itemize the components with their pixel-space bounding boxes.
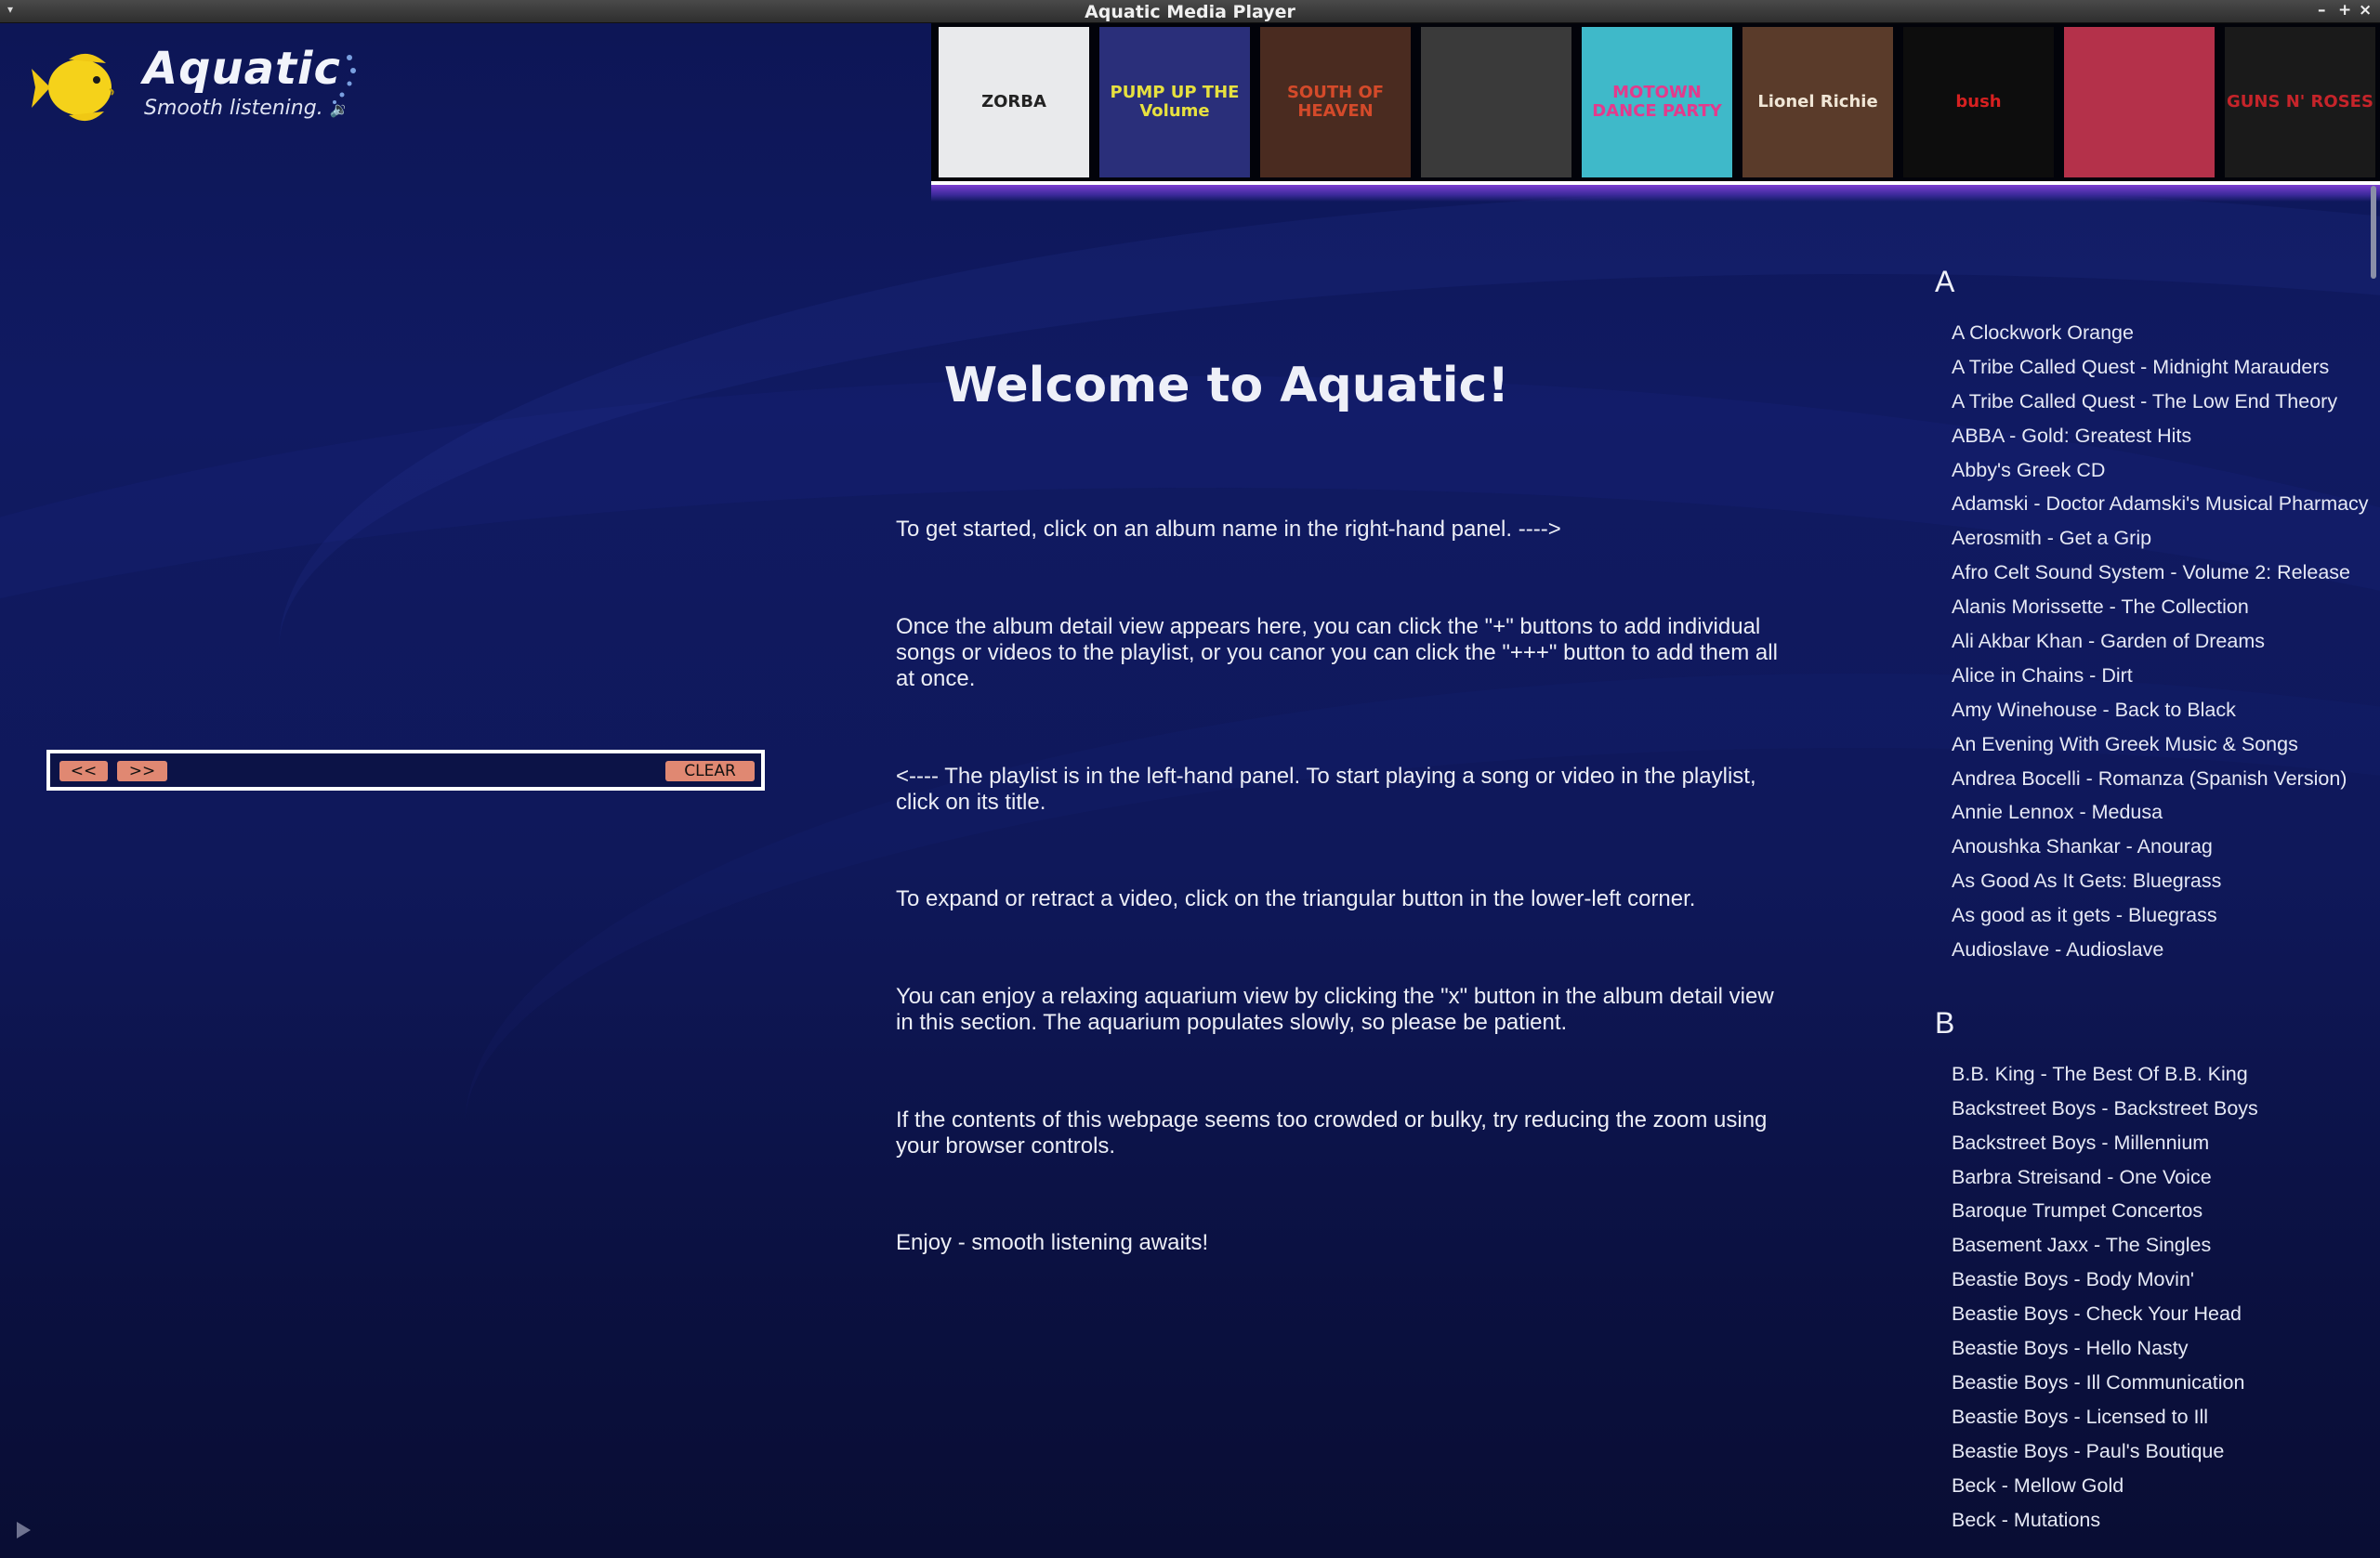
- maximize-icon[interactable]: +: [2338, 1, 2351, 20]
- previous-button[interactable]: <<: [59, 761, 108, 781]
- strip-divider: [931, 185, 2380, 202]
- album-cover-title: Lionel Richie: [1757, 92, 1878, 112]
- album-list-item[interactable]: Backstreet Boys - Backstreet Boys: [1952, 1092, 2380, 1126]
- album-list-item[interactable]: A Tribe Called Quest - The Low End Theor…: [1952, 385, 2380, 419]
- album-list-item[interactable]: Amy Winehouse - Back to Black: [1952, 693, 2380, 727]
- album-cover-strip: ZORBA PUMP UP THE Volume SOUTH OF HEAVEN MO…: [931, 23, 2380, 185]
- album-list-item[interactable]: Beastie Boys - Paul's Boutique: [1952, 1434, 2380, 1469]
- album-list-item[interactable]: ABBA - Gold: Greatest Hits: [1952, 419, 2380, 453]
- expand-video-icon[interactable]: [17, 1522, 31, 1538]
- album-cover[interactable]: MOTOWN DANCE PARTY: [1582, 27, 1732, 177]
- album-list-item[interactable]: As good as it gets - Bluegrass: [1952, 898, 2380, 933]
- album-list-item[interactable]: Anoushka Shankar - Anourag: [1952, 830, 2380, 864]
- instruction-paragraph: If the contents of this webpage seems to…: [896, 1107, 1768, 1159]
- album-list-item[interactable]: Beastie Boys - Hello Nasty: [1952, 1331, 2380, 1366]
- album-list-item[interactable]: Alice in Chains - Dirt: [1952, 659, 2380, 693]
- album-list-item[interactable]: Beck - Mutations: [1952, 1503, 2380, 1538]
- album-cover-title: PUMP UP THE Volume: [1110, 83, 1240, 121]
- letter-heading-b: B: [1935, 1005, 1955, 1040]
- instruction-paragraph: To expand or retract a video, click on t…: [896, 886, 1696, 911]
- album-list-item[interactable]: Backstreet Boys - Millennium: [1952, 1126, 2380, 1160]
- album-cover[interactable]: PUMP UP THE Volume: [1099, 27, 1250, 177]
- album-list-item[interactable]: As Good As It Gets: Bluegrass: [1952, 864, 2380, 898]
- window-titlebar: ▾ Aquatic Media Player – + ×: [0, 0, 2380, 23]
- album-list-item[interactable]: Beck - Mellow Gold: [1952, 1469, 2380, 1503]
- sound-icon: 🔉: [329, 100, 348, 118]
- album-cover-title: GUNS N' ROSES: [2227, 92, 2373, 112]
- album-cover[interactable]: [1421, 27, 1571, 177]
- album-cover[interactable]: GUNS N' ROSES: [2225, 27, 2375, 177]
- scrollbar-thumb[interactable]: [2371, 186, 2376, 279]
- album-cover[interactable]: ZORBA: [939, 27, 1089, 177]
- minimize-icon[interactable]: –: [2318, 1, 2326, 20]
- album-cover[interactable]: [2064, 27, 2215, 177]
- album-cover-title: ZORBA: [981, 92, 1046, 112]
- album-list-item[interactable]: Andrea Bocelli - Romanza (Spanish Versio…: [1952, 762, 2380, 796]
- instruction-paragraph: <---- The playlist is in the left-hand p…: [896, 764, 1756, 815]
- welcome-title: Welcome to Aquatic!: [943, 358, 1510, 413]
- album-cover-title: MOTOWN DANCE PARTY: [1592, 83, 1722, 121]
- next-button[interactable]: >>: [117, 761, 167, 781]
- app-logo: Aquatic Smooth listening. 🔉: [32, 41, 385, 134]
- close-icon[interactable]: ×: [2359, 1, 2372, 20]
- instruction-paragraph: To get started, click on an album name i…: [896, 517, 1561, 542]
- album-list-item[interactable]: Abby's Greek CD: [1952, 453, 2380, 488]
- album-cover-title: bush: [1955, 92, 2002, 112]
- album-list-item[interactable]: An Evening With Greek Music & Songs: [1952, 727, 2380, 762]
- app-name: Aquatic: [143, 43, 341, 95]
- album-list-item[interactable]: Audioslave - Audioslave: [1952, 933, 2380, 967]
- album-cover-title: SOUTH OF HEAVEN: [1286, 83, 1385, 121]
- playlist-panel: << >> CLEAR: [46, 750, 765, 791]
- window-title: Aquatic Media Player: [1085, 2, 1295, 22]
- album-cover[interactable]: SOUTH OF HEAVEN: [1260, 27, 1411, 177]
- album-cover[interactable]: bush: [1903, 27, 2054, 177]
- album-list-item[interactable]: Beastie Boys - Body Movin': [1952, 1263, 2380, 1297]
- album-list-item[interactable]: Beastie Boys - Check Your Head: [1952, 1297, 2380, 1331]
- album-list-item[interactable]: Ali Akbar Khan - Garden of Dreams: [1952, 624, 2380, 659]
- album-list-item[interactable]: Basement Jaxx - The Singles: [1952, 1228, 2380, 1263]
- album-list-item[interactable]: Baroque Trumpet Concertos: [1952, 1194, 2380, 1228]
- instruction-paragraph: Once the album detail view appears here,…: [896, 614, 1778, 691]
- instruction-paragraph: Enjoy - smooth listening awaits!: [896, 1230, 1209, 1255]
- fish-icon: [32, 53, 114, 122]
- app-tagline: Smooth listening. 🔉: [144, 97, 348, 120]
- album-list-item[interactable]: Beastie Boys - Ill Communication: [1952, 1366, 2380, 1400]
- album-list-item[interactable]: A Clockwork Orange: [1952, 316, 2380, 350]
- album-list-item[interactable]: Alanis Morissette - The Collection: [1952, 590, 2380, 624]
- album-list-item[interactable]: Afro Celt Sound System - Volume 2: Relea…: [1952, 556, 2380, 590]
- album-list-item[interactable]: Adamski - Doctor Adamski's Musical Pharm…: [1952, 487, 2380, 521]
- album-cover[interactable]: Lionel Richie: [1742, 27, 1893, 177]
- album-list-panel: A A Clockwork Orange A Tribe Called Quest…: [1935, 265, 2380, 1537]
- album-list-item[interactable]: A Tribe Called Quest - Midnight Marauder…: [1952, 350, 2380, 385]
- letter-heading-a: A: [1935, 265, 1955, 298]
- clear-playlist-button[interactable]: CLEAR: [665, 761, 755, 781]
- album-list-item[interactable]: Annie Lennox - Medusa: [1952, 795, 2380, 830]
- instruction-paragraph: You can enjoy a relaxing aquarium view b…: [896, 984, 1774, 1035]
- album-list-item[interactable]: Barbra Streisand - One Voice: [1952, 1160, 2380, 1195]
- album-list-item[interactable]: B.B. King - The Best Of B.B. King: [1952, 1057, 2380, 1092]
- album-list-item[interactable]: Beastie Boys - Licensed to Ill: [1952, 1400, 2380, 1434]
- album-list-item[interactable]: Aerosmith - Get a Grip: [1952, 521, 2380, 556]
